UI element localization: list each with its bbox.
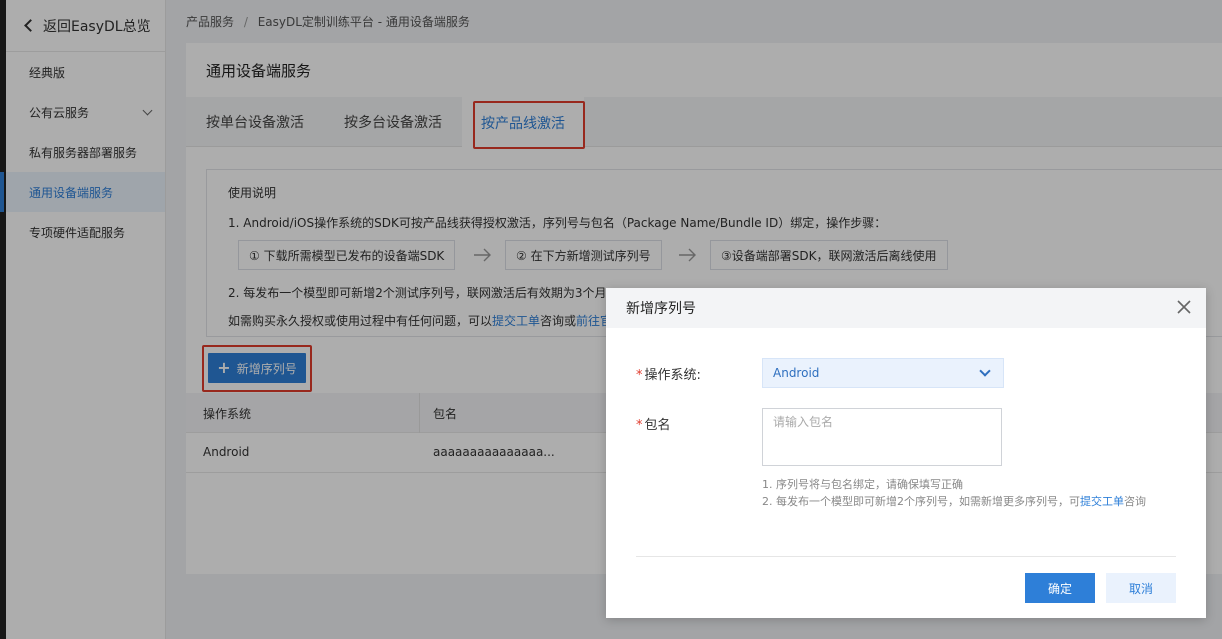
modal-divider xyxy=(636,556,1176,557)
add-serial-modal: 新增序列号 *操作系统: Android *包名 1. 序列号将与包名绑定，请确… xyxy=(606,288,1206,618)
hint2-prefix: 2. 每发布一个模型即可新增2个序列号，如需新增更多序列号，可 xyxy=(762,495,1080,508)
os-select[interactable]: Android xyxy=(762,358,1004,388)
chevron-down-icon xyxy=(979,365,991,377)
package-label-text: 包名 xyxy=(644,418,671,433)
confirm-button[interactable]: 确定 xyxy=(1025,573,1095,603)
required-mark: * xyxy=(636,368,643,383)
hint2-suffix: 咨询 xyxy=(1124,495,1146,508)
required-mark: * xyxy=(636,418,643,433)
cancel-button[interactable]: 取消 xyxy=(1106,573,1176,603)
os-label: * 操作系统: xyxy=(636,364,701,383)
os-select-value: Android xyxy=(773,366,820,380)
submit-ticket-link[interactable]: 提交工单 xyxy=(1080,495,1124,508)
package-name-input[interactable] xyxy=(762,408,1002,466)
hint-line-2: 2. 每发布一个模型即可新增2个序列号，如需新增更多序列号，可提交工单咨询 xyxy=(762,494,1182,510)
modal-title: 新增序列号 xyxy=(606,288,1206,328)
close-icon[interactable] xyxy=(1176,299,1192,315)
hint-line-1: 1. 序列号将与包名绑定，请确保填写正确 xyxy=(762,478,963,491)
os-label-text: 操作系统: xyxy=(644,368,701,383)
package-label: * 包名 xyxy=(636,414,671,433)
